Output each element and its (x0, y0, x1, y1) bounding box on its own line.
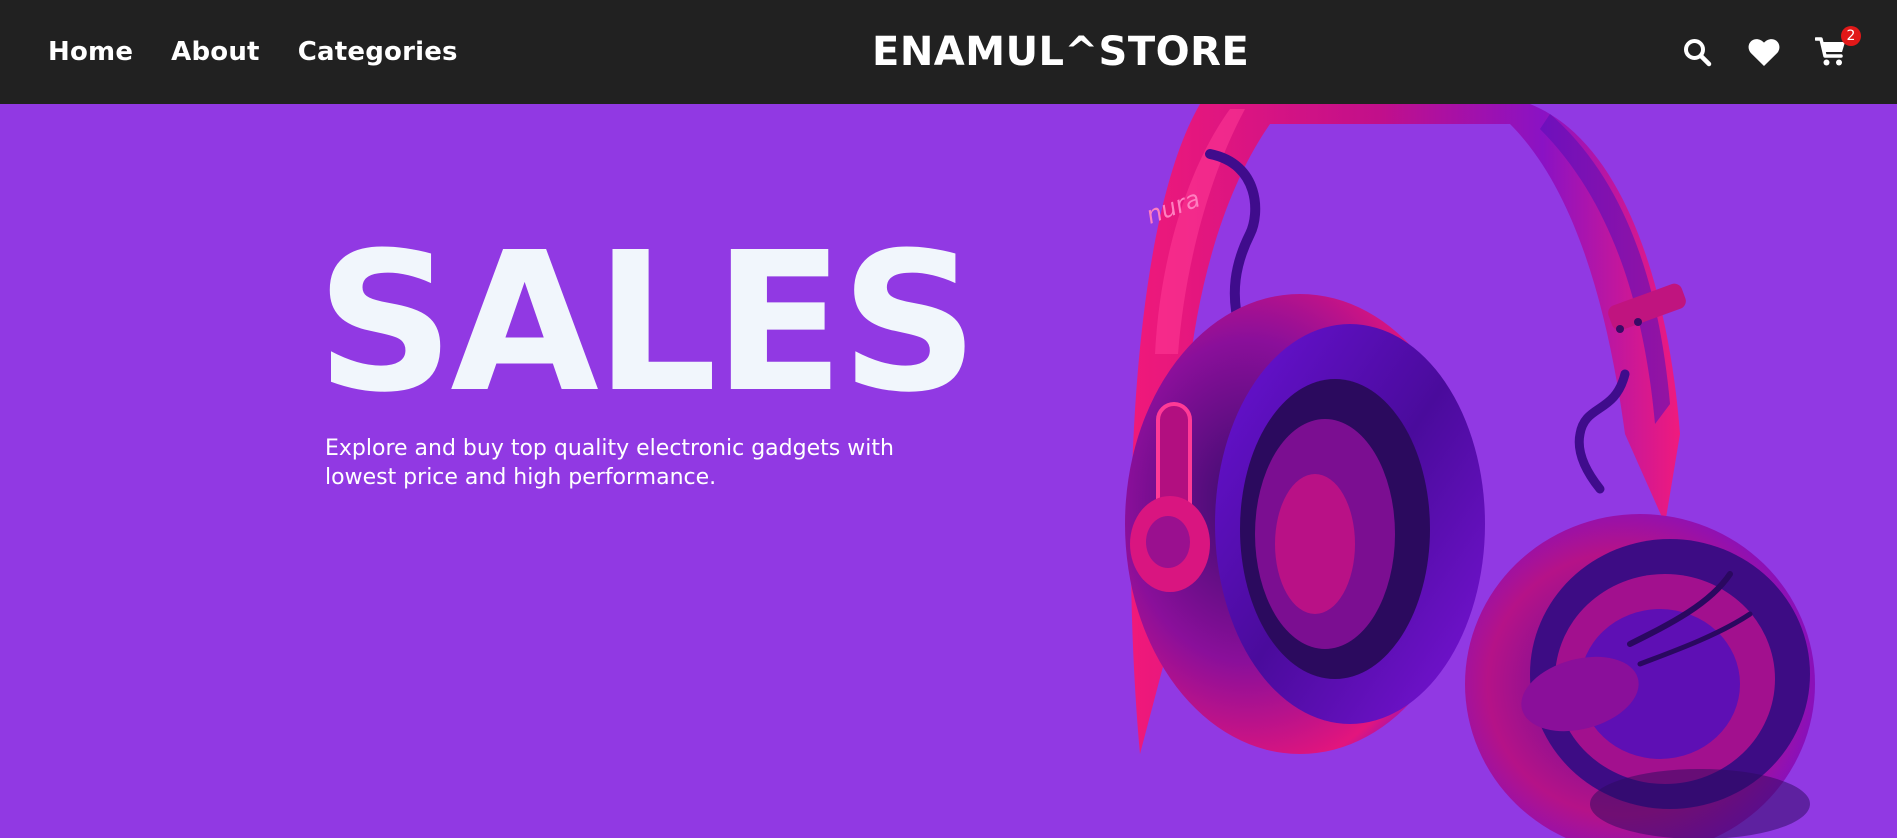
search-icon[interactable] (1681, 36, 1713, 68)
hero-title: SALES (316, 212, 979, 435)
nav-link-categories[interactable]: Categories (298, 37, 458, 67)
heart-icon[interactable] (1748, 36, 1780, 68)
nav-actions: 2 (1681, 0, 1861, 104)
headphones-image: nura (1125, 104, 1815, 838)
cart-count-badge: 2 (1841, 26, 1861, 46)
cart-icon[interactable]: 2 (1815, 26, 1861, 68)
nav-link-about[interactable]: About (171, 37, 260, 67)
hero-description: Explore and buy top quality electronic g… (325, 436, 894, 490)
navbar: Home About Categories ENAMUL^STORE 2 (0, 0, 1897, 104)
hero-banner: SALES Explore and buy top quality electr… (0, 104, 1897, 838)
main-nav: Home About Categories (48, 0, 458, 104)
nav-link-home[interactable]: Home (48, 37, 133, 67)
brand-logo[interactable]: ENAMUL^STORE (872, 0, 1249, 104)
